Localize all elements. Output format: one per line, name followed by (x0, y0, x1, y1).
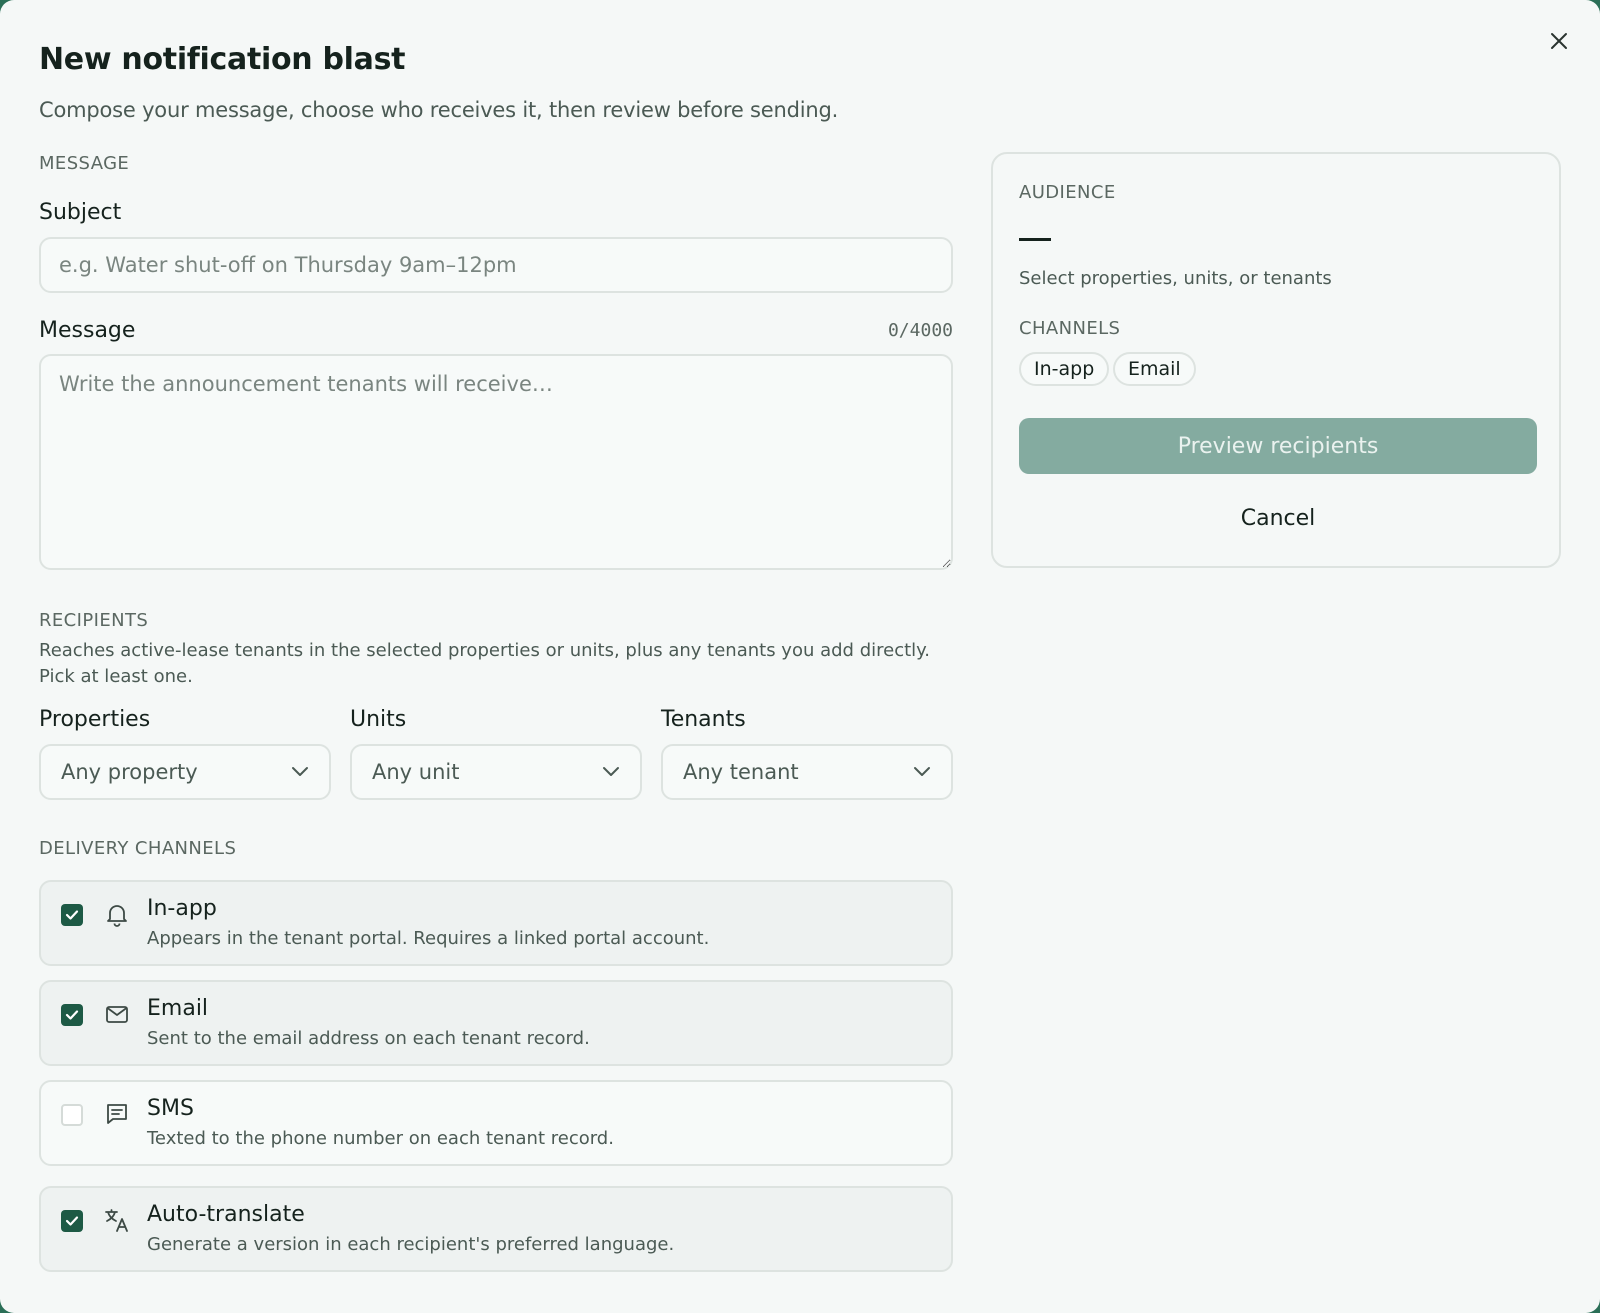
channel-description: Sent to the email address on each tenant… (147, 1028, 590, 1049)
close-icon (1551, 33, 1567, 49)
check-icon (65, 1216, 79, 1226)
recipients-section-label: RECIPIENTS (39, 610, 149, 631)
properties-label: Properties (39, 707, 151, 732)
message-label: Message (39, 318, 136, 343)
tenants-select-value: Any tenant (683, 760, 799, 784)
channel-card-sms[interactable]: SMS Texted to the phone number on each t… (39, 1080, 953, 1166)
properties-select-value: Any property (61, 760, 198, 784)
modal-title: New notification blast (39, 42, 406, 77)
channel-title: SMS (147, 1096, 194, 1121)
channel-description: Appears in the tenant portal. Requires a… (147, 928, 710, 949)
auto-translate-checkbox[interactable] (61, 1210, 83, 1232)
channel-chip-email: Email (1113, 352, 1196, 386)
character-counter: 0/4000 (887, 320, 953, 341)
channel-card-auto-translate[interactable]: Auto-translate Generate a version in eac… (39, 1186, 953, 1272)
cancel-button[interactable]: Cancel (1019, 490, 1537, 546)
channel-chip-in-app: In-app (1019, 352, 1110, 386)
properties-select[interactable]: Any property (39, 744, 331, 800)
audience-section-label: AUDIENCE (1019, 182, 1116, 203)
tenants-select[interactable]: Any tenant (661, 744, 953, 800)
bell-icon (107, 905, 127, 927)
translate-icon (105, 1209, 128, 1232)
chevron-down-icon (292, 767, 308, 776)
notification-blast-modal: New notification blast Compose your mess… (0, 0, 1600, 1313)
units-select[interactable]: Any unit (350, 744, 642, 800)
check-icon (65, 1010, 79, 1020)
modal-subtitle: Compose your message, choose who receive… (39, 98, 839, 122)
channel-title: Email (147, 996, 209, 1021)
mail-icon (106, 1006, 128, 1023)
channels-section-label: CHANNELS (1019, 318, 1121, 339)
check-icon (65, 910, 79, 920)
channel-title: In-app (147, 896, 217, 921)
channel-title: Auto-translate (147, 1202, 305, 1227)
message-icon (107, 1104, 127, 1124)
delivery-section-label: DELIVERY CHANNELS (39, 838, 237, 859)
chevron-down-icon (603, 767, 619, 776)
audience-hint: Select properties, units, or tenants (1019, 268, 1332, 289)
close-button[interactable] (1544, 26, 1574, 56)
audience-count-placeholder (1019, 238, 1051, 241)
in-app-checkbox[interactable] (61, 904, 83, 926)
preview-recipients-button[interactable]: Preview recipients (1019, 418, 1537, 474)
channel-description: Generate a version in each recipient's p… (147, 1234, 675, 1255)
subject-label: Subject (39, 200, 122, 225)
sms-checkbox[interactable] (61, 1104, 83, 1126)
recipients-description: Reaches active-lease tenants in the sele… (39, 640, 930, 687)
email-checkbox[interactable] (61, 1004, 83, 1026)
message-textarea[interactable] (39, 354, 953, 570)
channel-card-email[interactable]: Email Sent to the email address on each … (39, 980, 953, 1066)
chevron-down-icon (914, 767, 930, 776)
channel-card-in-app[interactable]: In-app Appears in the tenant portal. Req… (39, 880, 953, 966)
subject-input[interactable] (39, 237, 953, 293)
message-section-label: MESSAGE (39, 153, 130, 174)
tenants-label: Tenants (661, 707, 746, 732)
units-label: Units (350, 707, 407, 732)
units-select-value: Any unit (372, 760, 460, 784)
channel-description: Texted to the phone number on each tenan… (147, 1128, 614, 1149)
audience-panel: AUDIENCE Select properties, units, or te… (991, 152, 1561, 568)
